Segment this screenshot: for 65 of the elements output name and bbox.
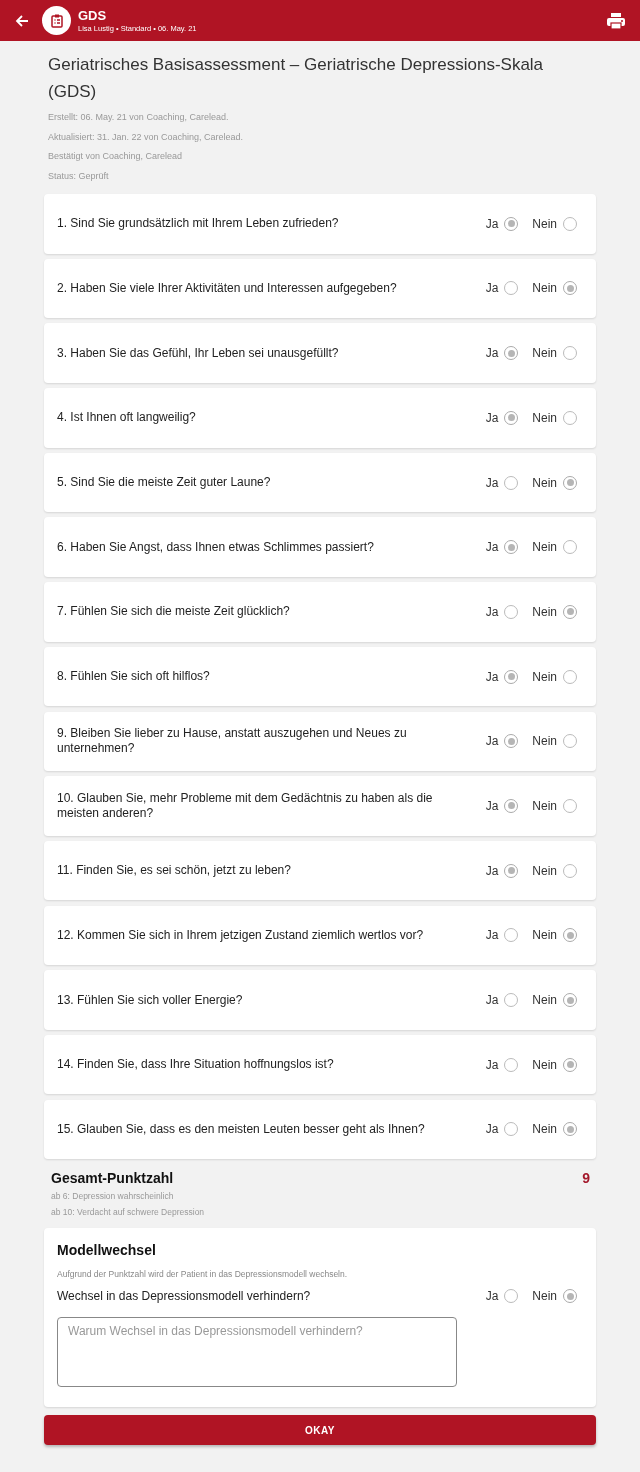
meta-info: Erstellt: 06. May. 21 von Coaching, Carelead. <box>48 111 230 124</box>
reason-field[interactable]: Warum Wechsel in das Depressionsmodell verhindern? <box>57 1317 457 1388</box>
option-label: Ja <box>485 540 499 555</box>
print-icon[interactable] <box>606 11 626 30</box>
question-text: 12. Kommen Sie sich in Ihrem jetzigen Zustand ziemlich wertlos vor? <box>57 927 425 943</box>
option-label: Ja <box>485 669 499 684</box>
option-label: Nein <box>532 346 557 361</box>
question-text: 7. Fühlen Sie sich die meiste Zeit glücklich? <box>57 604 291 620</box>
option-label: Ja <box>485 863 499 878</box>
option-label: Nein <box>532 863 557 878</box>
option-label: Nein <box>532 1289 557 1304</box>
option-label: Nein <box>532 798 557 813</box>
option-label: Nein <box>532 540 557 555</box>
question-text: 3. Haben Sie das Gefühl, Ihr Leben sei unausgefüllt? <box>57 345 340 361</box>
option-label: Ja <box>485 928 499 943</box>
clipboard-icon <box>42 6 71 35</box>
option-label: Ja <box>485 604 499 619</box>
score-value: 9 <box>582 1170 590 1187</box>
question-text: 14. Finden Sie, dass Ihre Situation hoffnungslos ist? <box>57 1057 335 1073</box>
option-label: Nein <box>532 1057 557 1072</box>
score-note: ab 6: Depression wahrscheinlich <box>51 1190 175 1204</box>
option-label: Nein <box>532 216 557 231</box>
meta-info: Bestätigt von Coaching, Carelead <box>48 150 184 163</box>
option-label: Nein <box>532 281 557 296</box>
option-label: Ja <box>485 410 499 425</box>
option-label: Nein <box>532 1122 557 1137</box>
option-label: Ja <box>485 281 499 296</box>
section-title: Modellwechsel <box>57 1242 157 1259</box>
question-text: 8. Fühlen Sie sich oft hilflos? <box>57 669 211 685</box>
back-arrow-icon[interactable] <box>14 12 30 29</box>
option-label: Nein <box>532 604 557 619</box>
question-text: 13. Fühlen Sie sich voller Energie? <box>57 992 244 1008</box>
meta-info: Aktualisiert: 31. Jan. 22 von Coaching, Carelead. <box>48 130 245 144</box>
option-label: Ja <box>485 1289 499 1304</box>
question-text: 4. Ist Ihnen oft langweilig? <box>57 410 197 426</box>
question-text: 1. Sind Sie grundsätzlich mit Ihrem Leben zufrieden? <box>57 216 340 232</box>
option-label: Nein <box>532 669 557 684</box>
option-label: Ja <box>485 798 499 813</box>
meta-info: Status: Geprüft <box>48 169 110 183</box>
score-note: ab 10: Verdacht auf schwere Depression <box>51 1206 206 1220</box>
score-title: Gesamt-Punktzahl <box>51 1170 174 1187</box>
question-text: 6. Haben Sie Angst, dass Ihnen etwas Schlimmes passiert? <box>57 539 375 555</box>
question-text: 5. Sind Sie die meiste Zeit guter Laune? <box>57 475 272 490</box>
option-label: Ja <box>485 346 499 361</box>
question-text: 15. Glauben Sie, dass es den meisten Leuten besser geht als Ihnen? <box>57 1121 426 1137</box>
question-text: Wechsel in das Depressionsmodell verhindern? <box>57 1289 312 1304</box>
option-label: Ja <box>485 1122 499 1137</box>
page-title: Geriatrisches Basisassessment – Geriatrische Depressions-Skala (GDS) <box>48 54 545 103</box>
section-description: Aufgrund der Punktzahl wird der Patient in das Depressionsmodell wechseln. <box>57 1269 349 1280</box>
option-label: Nein <box>532 475 557 490</box>
option-label: Nein <box>532 734 557 749</box>
okay-button[interactable]: OKAY <box>44 1415 596 1446</box>
option-label: Ja <box>485 734 499 749</box>
question-text: 9. Bleiben Sie lieber zu Hause, anstatt auszugehen und Neues zu unternehmen? <box>57 726 408 757</box>
question-text: 11. Finden Sie, es sei schön, jetzt zu leben? <box>57 863 292 879</box>
option-label: Nein <box>532 993 557 1007</box>
option-label: Ja <box>485 1057 499 1072</box>
option-label: Nein <box>532 928 557 943</box>
option-label: Ja <box>485 475 499 490</box>
option-label: Nein <box>532 410 557 425</box>
option-label: Ja <box>485 216 499 231</box>
question-text: 10. Glauben Sie, mehr Probleme mit dem Gedächtnis zu haben als die meisten anderen? <box>57 790 434 821</box>
app-title: GDS <box>78 7 108 23</box>
question-text: 2. Haben Sie viele Ihrer Aktivitäten und Interessen aufgegeben? <box>57 280 398 296</box>
option-label: Ja <box>485 993 499 1007</box>
